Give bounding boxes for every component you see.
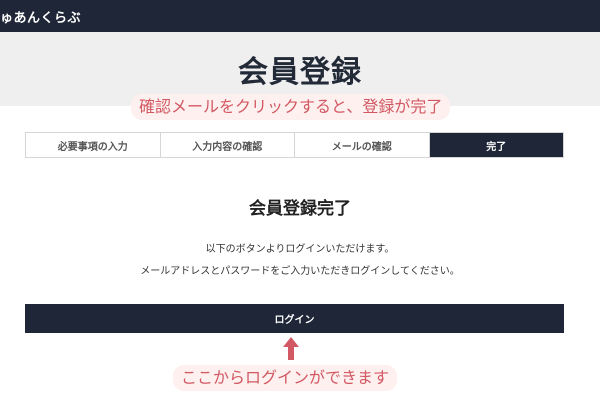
annotation-top-callout: 確認メールをクリックすると、登録が完了 [131,94,451,120]
login-button[interactable]: ログイン [25,304,564,333]
step-confirm: 入力内容の確認 [161,133,295,157]
step-email-check: メールの確認 [295,133,430,157]
annotation-bottom-callout: ここからログインができます [173,365,398,391]
step-input: 必要事項の入力 [26,133,161,157]
step-complete: 完了 [429,133,563,157]
site-logo[interactable]: ゅあんくらぶ [0,7,81,26]
page: ゅあんくらぶ 会員登録 確認メールをクリックすると、登録が完了 必要事項の入力 … [0,0,600,400]
top-bar: ゅあんくらぶ [0,0,600,32]
message-line-1: 以下のボタンよりログインいただけます。 [205,244,395,255]
arrow-up-icon [283,337,299,360]
progress-steps: 必要事項の入力 入力内容の確認 メールの確認 完了 [25,132,564,158]
complete-heading: 会員登録完了 [249,199,351,219]
message-line-2: メールアドレスとパスワードをご入力いただきログインしてください。 [140,266,460,277]
page-title: 会員登録 [238,55,362,90]
